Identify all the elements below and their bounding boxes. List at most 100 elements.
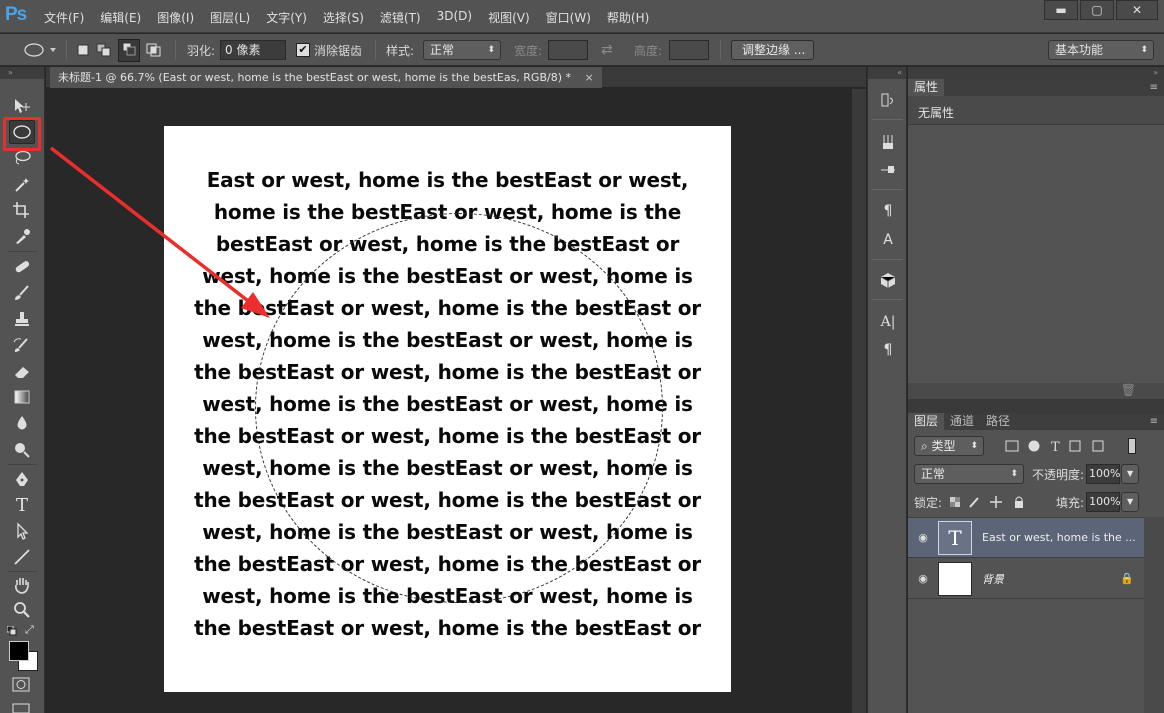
dropdown-arrows-icon: ⬍ (1140, 45, 1148, 55)
close-window-button[interactable]: ✕ (1116, 0, 1158, 20)
maximize-button[interactable]: ▢ (1080, 0, 1114, 20)
vertical-scrollbar[interactable] (852, 89, 866, 713)
screen-mode-icon[interactable] (12, 701, 32, 713)
close-document-icon[interactable]: × (585, 71, 594, 84)
tab-layers[interactable]: 图层 (908, 413, 945, 430)
toolbar-collapse-icon[interactable]: » (0, 67, 44, 79)
type-tool-icon[interactable]: T (9, 493, 35, 517)
lock-options-icons[interactable] (948, 495, 1038, 509)
layers-scrollbar[interactable] (1144, 517, 1164, 713)
gradient-tool-icon[interactable] (9, 385, 35, 409)
document-tab[interactable]: 未标题-1 @ 66.7% (East or west, home is the… (50, 67, 602, 88)
hand-tool-icon[interactable] (9, 573, 35, 597)
layer-row-background[interactable]: ◉ 背景 🔒 (908, 559, 1144, 599)
3d-panel-icon[interactable] (878, 271, 898, 291)
intersect-selection-icon[interactable] (146, 43, 162, 57)
new-selection-icon[interactable] (76, 43, 90, 57)
antialias-checkbox[interactable]: ✔ (296, 43, 310, 57)
layer-name[interactable]: East or west, home is the ... (982, 531, 1136, 544)
pen-tool-icon[interactable] (9, 467, 35, 491)
layer-filter-icons[interactable]: T (1004, 438, 1124, 454)
menu-view[interactable]: 视图(V) (488, 9, 530, 26)
crop-icon (13, 202, 29, 218)
paragraph-panel-icon[interactable]: ¶ (878, 340, 898, 360)
pen-nib-icon (16, 472, 28, 486)
eraser-tool-icon[interactable] (9, 359, 35, 383)
line-tool-icon[interactable] (9, 545, 35, 569)
background-layer-thumbnail (938, 561, 972, 596)
menu-help[interactable]: 帮助(H) (607, 9, 649, 26)
antialias-control[interactable]: ✔ 消除锯齿 (296, 34, 362, 66)
blend-mode-value: 正常 (921, 467, 946, 481)
dropdown-arrows-icon: ⬍ (970, 441, 978, 451)
fill-slider-button[interactable]: ▼ (1121, 492, 1140, 512)
menu-3d[interactable]: 3D(D) (437, 9, 472, 26)
panel-collapse-icon[interactable]: » (908, 67, 1164, 79)
layers-menu-icon[interactable]: ≡ (1150, 413, 1158, 430)
menu-layer[interactable]: 图层(L) (210, 9, 250, 26)
zoom-tool-icon[interactable] (9, 597, 35, 621)
clone-stamp-tool-icon[interactable] (9, 307, 35, 331)
paragraph-styles-panel-icon[interactable]: A (878, 230, 898, 250)
feather-input[interactable]: 0 像素 (220, 40, 286, 60)
menu-image[interactable]: 图像(I) (157, 9, 194, 26)
character-styles-panel-icon[interactable]: ¶ (878, 201, 898, 221)
opacity-slider-button[interactable]: ▼ (1121, 464, 1140, 484)
tab-properties[interactable]: 属性 (908, 79, 945, 96)
tab-paths[interactable]: 路径 (980, 413, 1016, 430)
visibility-eye-icon[interactable]: ◉ (908, 531, 938, 544)
menu-type[interactable]: 文字(Y) (266, 9, 307, 26)
crop-tool-icon[interactable] (9, 198, 35, 222)
blend-mode-dropdown[interactable]: 正常 ⬍ (914, 464, 1024, 484)
swap-dimensions-icon[interactable]: ⇄ (601, 34, 613, 66)
blur-tool-icon[interactable] (9, 411, 35, 435)
healing-brush-tool-icon[interactable] (9, 255, 35, 279)
menu-edit[interactable]: 编辑(E) (100, 9, 141, 26)
dock-collapse-icon[interactable]: « (868, 67, 906, 79)
quick-mask-icon[interactable] (12, 677, 32, 696)
refine-edge-button[interactable]: 调整边缘 ... (731, 40, 814, 60)
tool-preset-picker[interactable] (22, 34, 58, 66)
foreground-color-swatch[interactable] (9, 641, 29, 661)
swap-colors-icon[interactable]: ⤢ (25, 623, 34, 637)
character-panel-icon[interactable]: A| (878, 312, 898, 332)
history-brush-tool-icon[interactable] (9, 333, 35, 357)
eyedropper-tool-icon[interactable] (9, 224, 35, 248)
minimize-button[interactable]: ▬ (1044, 0, 1078, 20)
filter-kind-dropdown[interactable]: ⌕ 类型 ⬍ (914, 436, 984, 456)
dodge-tool-icon[interactable] (9, 437, 35, 461)
move-tool-icon[interactable] (9, 94, 35, 118)
drop-icon (17, 416, 27, 430)
subtract-from-selection-button[interactable] (118, 38, 140, 62)
style-dropdown[interactable]: 正常 ⬍ (423, 40, 501, 60)
default-colors-icon[interactable] (6, 625, 21, 639)
tab-channels[interactable]: 通道 (944, 413, 980, 430)
brush-tool-icon[interactable] (9, 281, 35, 305)
line-icon (14, 549, 30, 565)
properties-tabs: 属性 ≡ (908, 79, 1164, 96)
filter-toggle-switch[interactable] (1128, 438, 1136, 454)
layer-row-text[interactable]: ◉ T East or west, home is the ... (908, 518, 1144, 558)
menu-select[interactable]: 选择(S) (323, 9, 364, 26)
text-layer-thumbnail: T (938, 520, 972, 555)
menu-file[interactable]: 文件(F) (44, 9, 84, 26)
opacity-input[interactable]: 100% (1086, 464, 1121, 484)
panel-menu-icon[interactable]: ≡ (1150, 79, 1158, 96)
fill-input[interactable]: 100% (1086, 492, 1121, 512)
height-input[interactable] (669, 40, 709, 60)
elliptical-selection-marquee[interactable] (255, 213, 663, 603)
visibility-eye-icon[interactable]: ◉ (908, 572, 938, 585)
menu-window[interactable]: 窗口(W) (546, 9, 591, 26)
brushes-panel-icon[interactable] (878, 133, 898, 153)
menu-filter[interactable]: 滤镜(T) (380, 9, 421, 26)
add-to-selection-icon[interactable] (96, 43, 112, 57)
history-panel-icon[interactable] (878, 91, 898, 111)
path-selection-tool-icon[interactable] (9, 519, 35, 543)
delete-icon[interactable]: 🗑 (908, 383, 1164, 399)
elliptical-marquee-icon (24, 43, 56, 57)
width-input[interactable] (548, 40, 588, 60)
layer-name[interactable]: 背景 (982, 571, 1004, 587)
magic-wand-tool-icon[interactable] (9, 172, 35, 196)
workspace-dropdown[interactable]: 基本功能 ⬍ (1048, 40, 1154, 60)
brush-presets-panel-icon[interactable] (878, 161, 898, 181)
